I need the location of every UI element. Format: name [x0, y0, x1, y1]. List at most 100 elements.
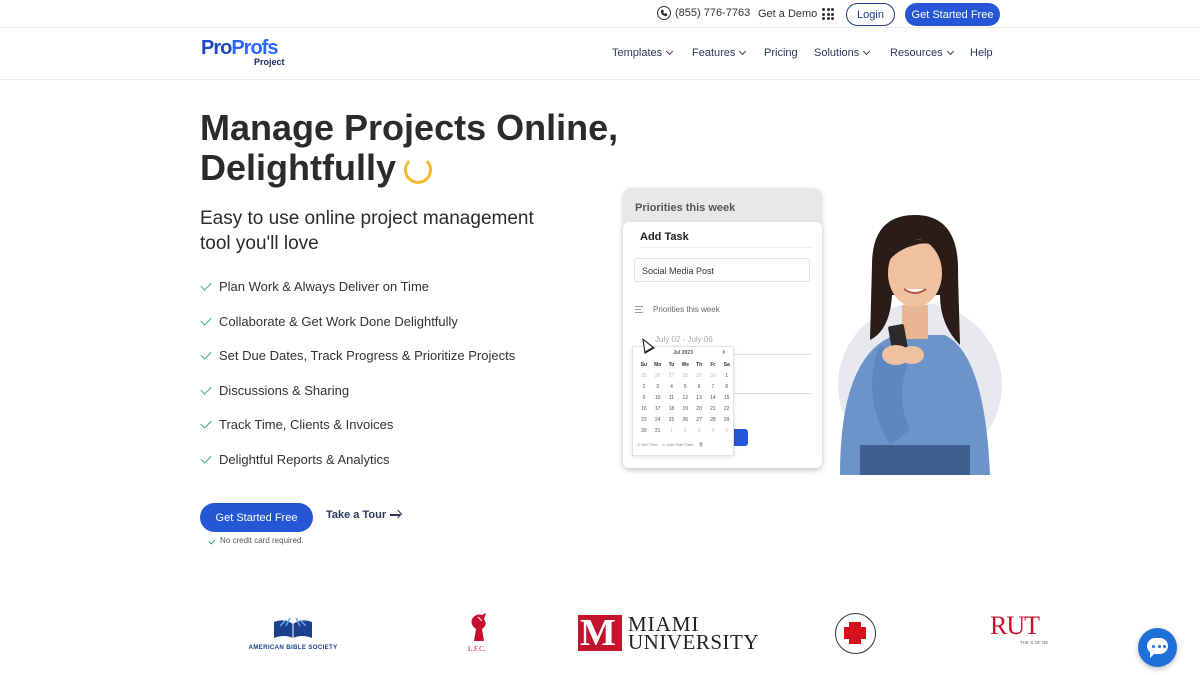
calendar-day[interactable]: 8 [720, 382, 734, 393]
logo-brand-pro: Pro [201, 37, 232, 59]
calendar-day[interactable]: 17 [651, 404, 665, 415]
miami-m-mark [578, 613, 622, 653]
list-icon [635, 306, 643, 313]
red-cross-icon [844, 622, 866, 644]
feature-item: Discussions & Sharing [200, 383, 515, 418]
chevron-down-icon [946, 47, 954, 56]
hero-subtitle: Easy to use online project management to… [200, 208, 534, 254]
calendar-day[interactable]: 5 [678, 382, 692, 393]
calendar-day[interactable]: 3 [692, 426, 706, 437]
priorities-header: Priorities this week [635, 202, 736, 214]
nav-label: Features [692, 47, 736, 59]
calendar-day[interactable]: 3 [651, 382, 665, 393]
calendar-day[interactable]: 15 [720, 393, 734, 404]
take-tour-link[interactable]: Take a Tour [326, 509, 401, 521]
american-bible-society-logo: AMERICAN BIBLE SOCIETY [244, 616, 342, 652]
calendar-day[interactable]: 22 [720, 404, 734, 415]
calendar-day[interactable]: 27 [665, 371, 679, 382]
calendar-day[interactable]: 21 [706, 404, 720, 415]
check-icon [200, 417, 212, 429]
calendar-day[interactable]: 30 [637, 426, 651, 437]
calendar-day[interactable]: 31 [651, 426, 665, 437]
calendar-day[interactable]: 1 [720, 371, 734, 382]
check-icon [200, 451, 212, 464]
chevron-right-icon[interactable]: › [723, 349, 725, 356]
calendar-day[interactable]: 26 [651, 371, 665, 382]
calendar-day-header: We [681, 362, 689, 368]
calendar-day[interactable]: 25 [665, 415, 679, 426]
trash-icon[interactable]: 🗑 [698, 442, 703, 447]
phone-link[interactable]: (855) 776-7763 [657, 6, 750, 20]
task-name-input[interactable]: Social Media Post [634, 258, 810, 282]
nav-label: Pricing [764, 47, 798, 59]
calendar-day[interactable]: 16 [637, 404, 651, 415]
check-icon [200, 382, 212, 395]
get-demo-link[interactable]: Get a Demo [758, 8, 817, 20]
calendar-day[interactable]: 6 [692, 382, 706, 393]
nav-templates[interactable]: Templates [612, 47, 674, 59]
calendar-day[interactable]: 19 [678, 404, 692, 415]
nav-solutions[interactable]: Solutions [814, 47, 871, 59]
check-icon [200, 279, 212, 291]
date-range-field[interactable]: July 02 - July 06 [655, 335, 713, 344]
top-get-started-button[interactable]: Get Started Free [905, 3, 1000, 26]
proprofs-project-logo[interactable]: ProProfs Project [201, 37, 285, 67]
phone-number: (855) 776-7763 [675, 7, 751, 19]
calendar-day[interactable]: 18 [665, 404, 679, 415]
main-navbar: ProProfs Project Templates Features Pric… [0, 29, 1200, 80]
add-start-date-option[interactable]: ▭ Add Start Date [662, 442, 693, 447]
check-icon [200, 313, 212, 326]
calendar-day[interactable]: 29 [720, 415, 734, 426]
calendar-day[interactable]: 28 [706, 415, 720, 426]
nav-resources[interactable]: Resources [890, 47, 954, 59]
calendar-day[interactable]: 13 [692, 393, 706, 404]
calendar-day[interactable]: 14 [706, 393, 720, 404]
calendar-day[interactable]: 11 [665, 393, 679, 404]
chat-widget-button[interactable] [1138, 628, 1177, 667]
calendar-day[interactable]: 25 [637, 371, 651, 382]
nav-label: Templates [612, 47, 663, 59]
calendar-day[interactable]: 29 [692, 371, 706, 382]
calendar-day-header: Sa [723, 362, 730, 368]
hero-title: Manage Projects Online, Delightfully [200, 108, 620, 188]
hero-get-started-button[interactable]: Get Started Free [200, 503, 313, 532]
calendar-day[interactable]: 5 [720, 426, 734, 437]
hero-title-line1: Manage Projects Online, [200, 107, 619, 148]
liver-bird-icon [471, 613, 486, 641]
feature-item: Plan Work & Always Deliver on Time [200, 279, 515, 314]
calendar-day[interactable]: 20 [692, 404, 706, 415]
calendar-day[interactable]: 30 [706, 371, 720, 382]
calendar-day[interactable]: 26 [678, 415, 692, 426]
divider [640, 247, 812, 248]
set-time-option[interactable]: ◷ Set Time [637, 442, 657, 447]
chevron-down-icon [739, 47, 747, 56]
task-list-label: Priorities this week [653, 305, 720, 314]
calendar-day[interactable]: 2 [678, 426, 692, 437]
calendar-day[interactable]: 2 [637, 382, 651, 393]
calendar-day[interactable]: 4 [706, 426, 720, 437]
calendar-day[interactable]: 1 [665, 426, 679, 437]
nav-help[interactable]: Help [970, 47, 993, 59]
rut-logo-text: RUT [990, 613, 1040, 640]
calendar-day[interactable]: 10 [651, 393, 665, 404]
calendar-day[interactable]: 24 [651, 415, 665, 426]
calendar-day[interactable]: 7 [706, 382, 720, 393]
calendar-day[interactable]: 9 [637, 393, 651, 404]
feature-item: Delightful Reports & Analytics [200, 452, 515, 487]
calendar-day[interactable]: 12 [678, 393, 692, 404]
add-start-label: Add Start Date [667, 442, 694, 447]
task-list-row[interactable]: Priorities this week [635, 305, 720, 314]
calendar-day[interactable]: 28 [678, 371, 692, 382]
calendar-day-header: Su [640, 362, 648, 368]
nav-pricing[interactable]: Pricing [764, 47, 798, 59]
date-picker-calendar: Jul 2023 › Su Mo Tu We Th Fr Sa 25 26 27 28 29 30 1 2 3… [632, 346, 734, 456]
apps-grid-icon[interactable] [822, 8, 834, 20]
chevron-down-icon [666, 47, 674, 56]
login-button[interactable]: Login [846, 3, 895, 26]
calendar-day[interactable]: 23 [637, 415, 651, 426]
feature-text: Delightful Reports & Analytics [219, 451, 390, 467]
add-task-title: Add Task [640, 231, 689, 243]
nav-features[interactable]: Features [692, 47, 747, 59]
calendar-day[interactable]: 4 [665, 382, 679, 393]
calendar-day[interactable]: 27 [692, 415, 706, 426]
